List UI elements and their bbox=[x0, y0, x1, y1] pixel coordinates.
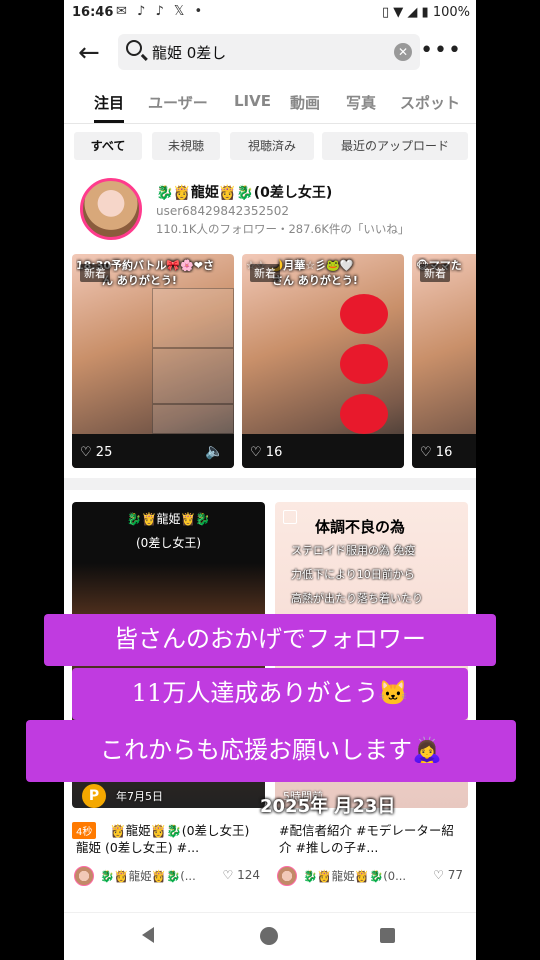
video-meta: 🐉👸龍姫👸🐉(0... ♡ 77 bbox=[277, 866, 467, 886]
caption-overlay-line-3: これからも応援お願いします🙇‍♀️ bbox=[26, 720, 516, 782]
cover-title: 🐉👸龍姫👸🐉 bbox=[126, 512, 211, 526]
nav-home-icon[interactable] bbox=[260, 927, 278, 945]
search-icon bbox=[126, 40, 142, 56]
user-name: 🐉👸龍姫👸🐉(0差し女王) bbox=[156, 185, 333, 201]
wifi-icon: ▼ bbox=[393, 5, 404, 20]
like-number: 25 bbox=[95, 445, 113, 460]
notification-icons: ✉ ♪ ♪ 𝕏 • bbox=[116, 4, 206, 19]
cover-line: ステロイド服用の為 免疫 bbox=[291, 544, 416, 557]
new-badge: 新着 bbox=[420, 264, 450, 282]
system-nav-bar bbox=[64, 912, 476, 960]
like-count: ♡ 25 bbox=[80, 445, 113, 460]
new-badge: 新着 bbox=[80, 264, 110, 282]
nav-recents-icon[interactable] bbox=[380, 928, 395, 943]
clear-icon[interactable]: ✕ bbox=[394, 43, 412, 61]
video-thumbnail[interactable]: ☆☆ 🌙月華☆彡🐸🤍 さん ありがとう! 新着 ♡ 16 bbox=[242, 254, 404, 468]
volume-icon[interactable]: 🔈 bbox=[205, 442, 224, 460]
cover-date: 年7月5日 bbox=[116, 790, 163, 803]
vibrate-icon: ▯ bbox=[381, 5, 390, 20]
thumbnail-caption-2: さん ありがとう! bbox=[272, 274, 358, 287]
collage-tile bbox=[152, 348, 234, 404]
chip-recent-uploads[interactable]: 最近のアップロード bbox=[322, 132, 468, 160]
thumbnail-caption-2: ん ありがとう! bbox=[102, 274, 177, 287]
video-description: 👸龍姫👸🐉(0差し女王) 龍姫 (0差し女王) #... bbox=[76, 823, 250, 855]
tab-photos[interactable]: 写真 bbox=[346, 92, 376, 113]
author-avatar[interactable] bbox=[277, 866, 297, 886]
user-id: user68429842352502 bbox=[156, 204, 290, 218]
more-icon[interactable]: ••• bbox=[420, 38, 462, 63]
signal-icon: ◢ bbox=[407, 5, 418, 20]
video-meta: 🐉👸龍姫👸🐉(... ♡ 124 bbox=[74, 866, 264, 886]
tab-videos[interactable]: 動画 bbox=[290, 92, 320, 113]
filter-chips: すべて 未視聴 視聴済み 最近のアップロード bbox=[64, 132, 476, 162]
like-number: 16 bbox=[265, 445, 283, 460]
search-row: ← 龍姫 0差し ✕ ••• bbox=[64, 30, 476, 74]
checkbox-icon bbox=[283, 510, 297, 524]
caption-overlay-line-2: 11万人達成ありがとう🐱 bbox=[72, 668, 468, 720]
like-number: 124 bbox=[237, 868, 260, 882]
results-tabs: 注目 ユーザー LIVE 動画 写真 スポット bbox=[64, 84, 476, 124]
avatar[interactable] bbox=[80, 178, 142, 240]
app-screen: 16:46 ✉ ♪ ♪ 𝕏 • ▯ ▼ ◢ ▮ 100% ← 龍姫 0差し ✕ … bbox=[64, 0, 476, 960]
back-arrow-icon[interactable]: ← bbox=[78, 38, 100, 68]
status-right: ▯ ▼ ◢ ▮ 100% bbox=[382, 5, 470, 20]
battery-icon: ▮ bbox=[421, 5, 429, 20]
cover-subtitle: (0差し女王) bbox=[136, 536, 201, 550]
new-badge: 新着 bbox=[250, 264, 280, 282]
like-count: ♡ 16 bbox=[250, 445, 283, 460]
tab-top[interactable]: 注目 bbox=[94, 92, 125, 123]
search-query[interactable]: 龍姫 0差し bbox=[152, 42, 226, 63]
like-number: 16 bbox=[435, 445, 453, 460]
battery-level: 100% bbox=[432, 5, 470, 20]
collage-tile bbox=[152, 288, 234, 348]
like-count: ♡ 124 bbox=[222, 868, 260, 882]
section-divider bbox=[64, 478, 476, 490]
collage-tile bbox=[152, 404, 234, 434]
status-time: 16:46 bbox=[72, 5, 114, 20]
video-description: #配信者紹介 #モデレーター紹介 #推しの子#... bbox=[279, 823, 454, 855]
video-thumbnail[interactable]: 🐵ママた 新着 ♡ 16 bbox=[412, 254, 476, 468]
tab-users[interactable]: ユーザー bbox=[148, 92, 208, 113]
search-input[interactable]: 龍姫 0差し ✕ bbox=[118, 34, 420, 70]
chip-unwatched[interactable]: 未視聴 bbox=[152, 132, 220, 160]
caption-overlay-line-1: 皆さんのおかげでフォロワー bbox=[44, 614, 496, 666]
user-result[interactable]: 🐉👸龍姫👸🐉(0差し女王) user68429842352502 110.1K人… bbox=[64, 176, 476, 246]
cover-line: 高熱が出たり落ち着いたり bbox=[291, 592, 423, 605]
status-bar: 16:46 ✉ ♪ ♪ 𝕏 • ▯ ▼ ◢ ▮ 100% bbox=[64, 0, 476, 26]
heart-sticker bbox=[340, 344, 388, 384]
coin-badge: P bbox=[82, 784, 106, 808]
heart-sticker bbox=[340, 394, 388, 434]
author-name[interactable]: 🐉👸龍姫👸🐉(... bbox=[100, 868, 210, 884]
chip-all[interactable]: すべて bbox=[74, 132, 142, 160]
user-video-row: 18:30予約バトル🎀🌸❤さ ん ありがとう! 新着 ♡ 25 🔈 ☆☆ 🌙月華… bbox=[64, 254, 476, 468]
tab-spots[interactable]: スポット bbox=[400, 92, 460, 113]
author-avatar[interactable] bbox=[74, 866, 94, 886]
author-name[interactable]: 🐉👸龍姫👸🐉(0... bbox=[303, 868, 413, 884]
cover-line: 力低下により10日前から bbox=[291, 568, 415, 581]
like-count: ♡ 77 bbox=[433, 868, 463, 882]
overlay-date-text: 2025年 月23日 bbox=[260, 796, 396, 817]
chip-watched[interactable]: 視聴済み bbox=[230, 132, 314, 160]
heart-sticker bbox=[340, 294, 388, 334]
tab-live[interactable]: LIVE bbox=[234, 92, 271, 110]
like-count: ♡ 16 bbox=[420, 445, 453, 460]
like-number: 77 bbox=[447, 868, 463, 882]
cover-title: 体調不良の為 bbox=[315, 518, 406, 536]
video-thumbnail[interactable]: 18:30予約バトル🎀🌸❤さ ん ありがとう! 新着 ♡ 25 🔈 bbox=[72, 254, 234, 468]
nav-back-icon[interactable] bbox=[142, 927, 154, 943]
user-stats: 110.1K人のフォロワー・287.6K件の「いいね」 bbox=[156, 222, 410, 236]
